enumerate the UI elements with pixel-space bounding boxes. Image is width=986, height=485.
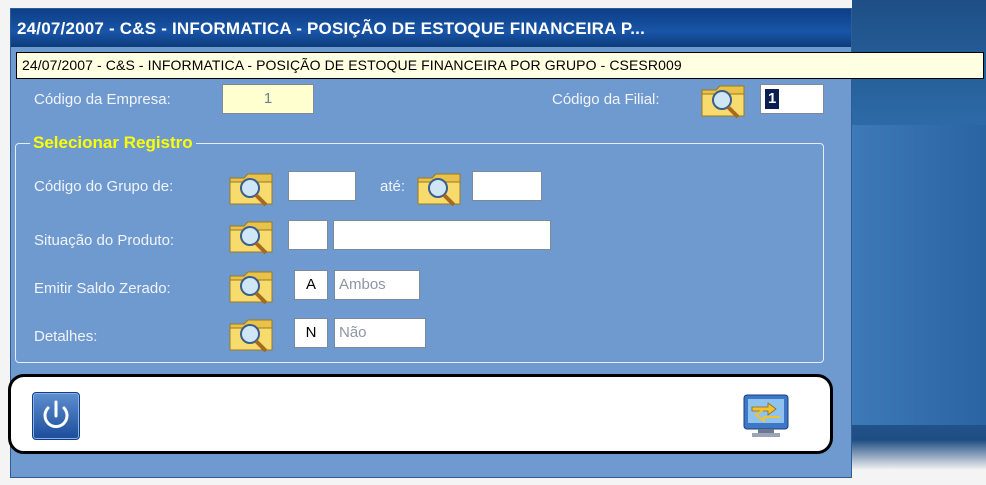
detalhes-label: Detalhes:	[34, 328, 98, 345]
window-title: 24/07/2007 - C&S - INFORMATICA - POSIÇÃO…	[17, 19, 646, 38]
desktop-band	[852, 125, 986, 425]
situacao-lookup-icon[interactable]	[228, 216, 276, 256]
empresa-label: Código da Empresa:	[34, 91, 171, 108]
saldo-label: Emitir Saldo Zerado:	[34, 280, 171, 297]
action-panel	[8, 374, 833, 454]
filial-field[interactable]: 1	[760, 84, 824, 114]
empresa-field[interactable]: 1	[222, 84, 314, 114]
grupo-to-lookup-icon[interactable]	[416, 168, 464, 208]
monitor-transfer-icon	[743, 394, 789, 437]
situacao-code-field[interactable]	[288, 220, 328, 250]
grupo-from-lookup-icon[interactable]	[228, 168, 276, 208]
title-tooltip: 24/07/2007 - C&S - INFORMATICA - POSIÇÃO…	[16, 52, 984, 79]
filial-lookup-icon[interactable]	[700, 80, 748, 120]
saldo-code-field[interactable]: A	[294, 270, 328, 300]
filial-label: Código da Filial:	[552, 91, 660, 108]
situacao-desc-field[interactable]	[333, 220, 551, 250]
grupo-label: Código do Grupo de:	[34, 178, 174, 195]
group-title: Selecionar Registro	[30, 133, 196, 153]
process-button[interactable]	[742, 393, 790, 439]
ate-label: até:	[380, 178, 406, 195]
title-bar[interactable]: 24/07/2007 - C&S - INFORMATICA - POSIÇÃO…	[11, 9, 851, 47]
detalhes-code-field[interactable]: N	[294, 318, 328, 348]
saldo-lookup-icon[interactable]	[228, 266, 276, 306]
grupo-to-field[interactable]	[472, 171, 542, 201]
saldo-desc-field: Ambos	[334, 270, 420, 300]
detalhes-desc-field: Não	[334, 318, 426, 348]
filial-value: 1	[765, 89, 780, 109]
situacao-label: Situação do Produto:	[34, 232, 175, 249]
exit-button[interactable]	[32, 392, 80, 440]
grupo-from-field[interactable]	[288, 171, 356, 201]
power-icon	[43, 400, 69, 428]
detalhes-lookup-icon[interactable]	[228, 314, 276, 354]
